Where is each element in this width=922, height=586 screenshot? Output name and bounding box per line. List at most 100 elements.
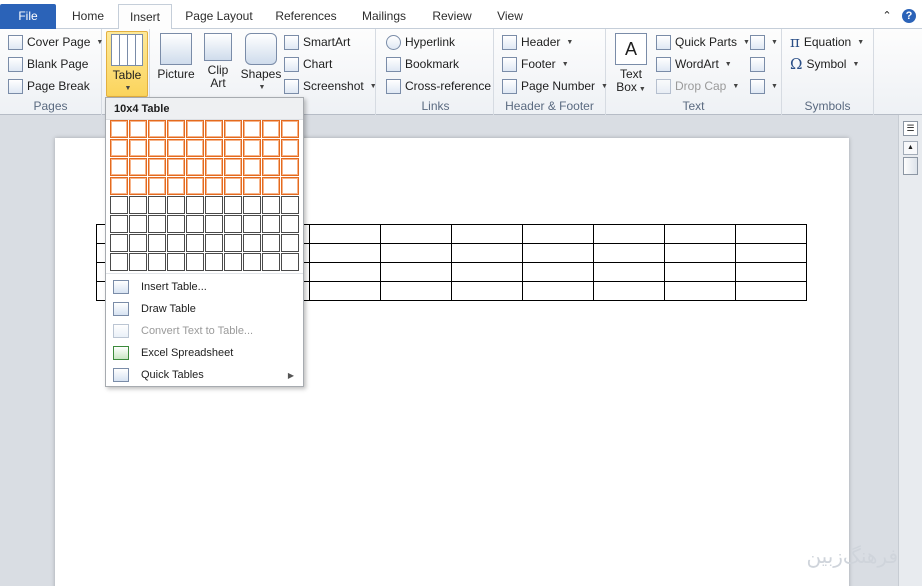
table-grid-cell[interactable]: [224, 120, 242, 138]
table-grid-cell[interactable]: [167, 253, 185, 271]
table-grid-cell[interactable]: [224, 158, 242, 176]
table-cell[interactable]: [593, 243, 665, 263]
table-cell[interactable]: [309, 262, 381, 282]
table-grid-cell[interactable]: [186, 177, 204, 195]
table-grid-cell[interactable]: [281, 158, 299, 176]
equation-button[interactable]: π Equation ▼: [790, 32, 864, 52]
table-grid-cell[interactable]: [281, 196, 299, 214]
table-grid-cell[interactable]: [205, 234, 223, 252]
table-grid-cell[interactable]: [224, 177, 242, 195]
table-cell[interactable]: [309, 281, 381, 301]
table-cell[interactable]: [522, 224, 594, 244]
table-cell[interactable]: [451, 262, 523, 282]
table-grid-cell[interactable]: [243, 196, 261, 214]
table-cell[interactable]: [522, 262, 594, 282]
table-grid-cell[interactable]: [243, 177, 261, 195]
table-grid-cell[interactable]: [129, 196, 147, 214]
table-grid-cell[interactable]: [167, 139, 185, 157]
table-cell[interactable]: [664, 243, 736, 263]
table-grid-cell[interactable]: [205, 177, 223, 195]
table-grid-cell[interactable]: [167, 158, 185, 176]
table-cell[interactable]: [735, 262, 807, 282]
table-grid-cell[interactable]: [110, 120, 128, 138]
table-cell[interactable]: [522, 281, 594, 301]
table-cell[interactable]: [380, 262, 452, 282]
object-button[interactable]: ▼: [750, 76, 778, 96]
table-grid-cell[interactable]: [281, 177, 299, 195]
table-grid-cell[interactable]: [110, 253, 128, 271]
table-grid-cell[interactable]: [224, 139, 242, 157]
tab-insert[interactable]: Insert: [118, 4, 172, 30]
drop-cap-button[interactable]: Drop Cap ▼: [656, 76, 739, 96]
table-grid-cell[interactable]: [205, 253, 223, 271]
cross-reference-button[interactable]: Cross-reference: [386, 76, 491, 96]
table-grid-cell[interactable]: [110, 158, 128, 176]
table-grid-cell[interactable]: [110, 234, 128, 252]
table-cell[interactable]: [522, 243, 594, 263]
page-number-button[interactable]: Page Number ▼: [502, 76, 608, 96]
table-grid-cell[interactable]: [110, 215, 128, 233]
header-button[interactable]: Header ▼: [502, 32, 573, 52]
tab-file[interactable]: File: [0, 4, 56, 29]
table-cell[interactable]: [735, 243, 807, 263]
table-grid-cell[interactable]: [262, 215, 280, 233]
chart-button[interactable]: Chart: [284, 54, 332, 74]
table-button[interactable]: Table ▼: [106, 31, 148, 97]
table-grid-cell[interactable]: [186, 253, 204, 271]
table-cell[interactable]: [593, 224, 665, 244]
table-cell[interactable]: [380, 281, 452, 301]
insert-table-menu-item[interactable]: Insert Table...: [107, 276, 302, 298]
table-grid-cell[interactable]: [224, 196, 242, 214]
table-grid-cell[interactable]: [129, 253, 147, 271]
ruler-toggle-icon[interactable]: ☰: [903, 121, 918, 136]
table-grid-cell[interactable]: [148, 177, 166, 195]
text-box-button[interactable]: A Text Box ▼: [612, 31, 650, 96]
table-grid-cell[interactable]: [129, 215, 147, 233]
table-cell[interactable]: [664, 224, 736, 244]
quick-parts-button[interactable]: Quick Parts ▼: [656, 32, 750, 52]
table-grid-cell[interactable]: [281, 139, 299, 157]
table-grid-cell[interactable]: [148, 139, 166, 157]
table-grid-cell[interactable]: [224, 215, 242, 233]
table-grid-cell[interactable]: [224, 234, 242, 252]
table-grid-cell[interactable]: [129, 158, 147, 176]
table-grid-cell[interactable]: [262, 120, 280, 138]
table-grid-cell[interactable]: [262, 158, 280, 176]
vertical-scrollbar[interactable]: ☰ ▲: [898, 115, 922, 586]
table-grid-cell[interactable]: [243, 158, 261, 176]
table-grid-cell[interactable]: [262, 196, 280, 214]
table-grid-cell[interactable]: [148, 158, 166, 176]
table-grid-cell[interactable]: [129, 177, 147, 195]
page-break-button[interactable]: Page Break: [8, 76, 90, 96]
draw-table-menu-item[interactable]: Draw Table: [107, 298, 302, 320]
hyperlink-button[interactable]: Hyperlink: [386, 32, 455, 52]
table-grid-cell[interactable]: [186, 139, 204, 157]
symbol-button[interactable]: Ω Symbol ▼: [790, 54, 859, 74]
table-grid-cell[interactable]: [205, 196, 223, 214]
table-grid-cell[interactable]: [110, 139, 128, 157]
table-grid-cell[interactable]: [148, 215, 166, 233]
quick-tables-menu-item[interactable]: Quick Tables ▶: [107, 364, 302, 386]
table-grid-cell[interactable]: [110, 196, 128, 214]
table-grid-cell[interactable]: [281, 215, 299, 233]
table-cell[interactable]: [380, 243, 452, 263]
table-grid-cell[interactable]: [281, 234, 299, 252]
table-grid-cell[interactable]: [148, 120, 166, 138]
table-grid-cell[interactable]: [129, 234, 147, 252]
table-grid-cell[interactable]: [110, 177, 128, 195]
table-grid-cell[interactable]: [148, 196, 166, 214]
table-grid-cell[interactable]: [281, 253, 299, 271]
table-grid-cell[interactable]: [205, 139, 223, 157]
wordart-button[interactable]: WordArt ▼: [656, 54, 732, 74]
minimize-ribbon-icon[interactable]: ⌃: [880, 9, 894, 23]
footer-button[interactable]: Footer ▼: [502, 54, 569, 74]
tab-page-layout[interactable]: Page Layout: [178, 4, 260, 29]
table-grid-cell[interactable]: [243, 139, 261, 157]
table-cell[interactable]: [593, 281, 665, 301]
tab-view[interactable]: View: [488, 4, 532, 29]
table-grid-cell[interactable]: [167, 215, 185, 233]
table-grid-cell[interactable]: [243, 120, 261, 138]
signature-line-button[interactable]: ▼: [750, 32, 778, 52]
screenshot-button[interactable]: Screenshot ▼: [284, 76, 377, 96]
tab-home[interactable]: Home: [62, 4, 114, 29]
